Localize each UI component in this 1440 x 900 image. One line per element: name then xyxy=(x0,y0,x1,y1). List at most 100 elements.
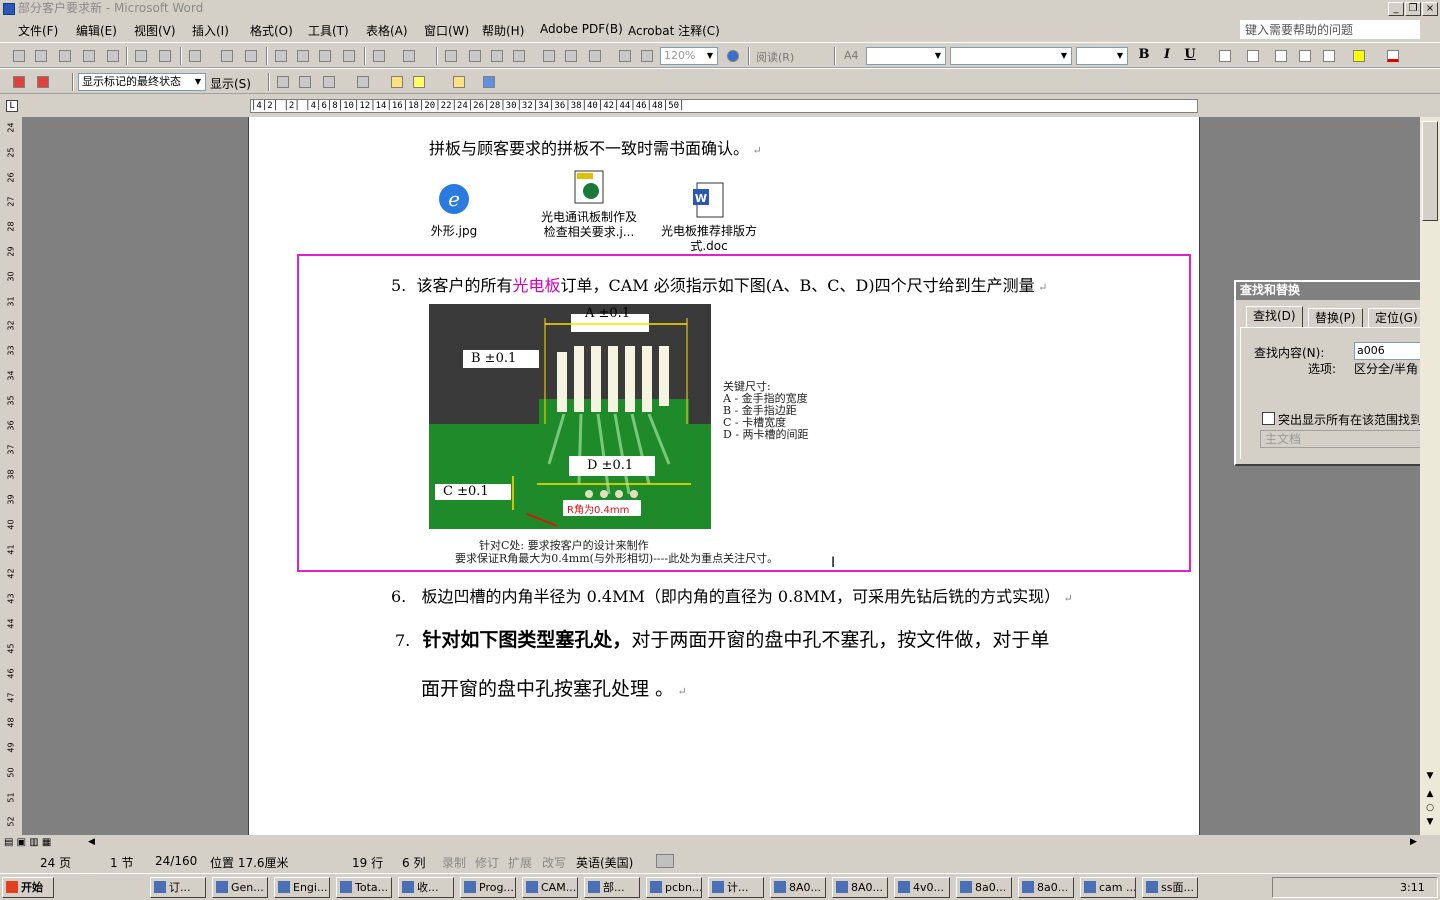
accept-change-icon[interactable] xyxy=(320,73,338,91)
task-button[interactable]: Gen... xyxy=(212,877,268,898)
style-select[interactable]: ▼ xyxy=(866,47,946,65)
font-select[interactable]: ▼ xyxy=(950,47,1072,65)
email-icon[interactable] xyxy=(104,47,122,65)
align-center-icon[interactable] xyxy=(1244,47,1262,65)
task-button[interactable]: 8a0... xyxy=(1018,877,1074,898)
cut-icon[interactable] xyxy=(242,47,260,65)
spelling-status-icon[interactable] xyxy=(656,854,674,868)
task-button[interactable]: Tota... xyxy=(336,877,392,898)
menu-edit[interactable]: 编辑(E) xyxy=(76,22,117,39)
new-icon[interactable] xyxy=(10,47,28,65)
window-icon[interactable] xyxy=(480,73,498,91)
minimize-button[interactable]: _ xyxy=(1388,2,1404,16)
tables-borders-icon[interactable] xyxy=(466,47,484,65)
highlight-icon[interactable] xyxy=(1350,47,1368,65)
show-markup-button[interactable]: 显示(S) xyxy=(210,75,251,92)
task-button[interactable]: 4v0... xyxy=(894,877,950,898)
tab-find[interactable]: 查找(D) xyxy=(1246,306,1303,328)
paste-icon[interactable] xyxy=(316,47,334,65)
task-button[interactable]: pcbn... xyxy=(646,877,702,898)
menu-table[interactable]: 表格(A) xyxy=(366,22,408,39)
undo-icon[interactable] xyxy=(370,47,388,65)
styles-icon[interactable]: A4 xyxy=(844,49,859,62)
italic-button[interactable]: I xyxy=(1158,47,1176,62)
menu-view[interactable]: 视图(V) xyxy=(134,22,176,39)
scroll-thumb[interactable] xyxy=(1422,121,1438,221)
ruler-scale[interactable]: │4│2│ │2│ │4│6│8│10│12│14│16│18│20│22│24… xyxy=(250,99,1198,113)
attachment-layout-doc[interactable]: W 光电板推荐排版方 式.doc xyxy=(649,181,769,254)
attachment-outline-jpg[interactable]: e 外形.jpg xyxy=(419,179,489,239)
scope-select[interactable]: 主文档 xyxy=(1260,430,1440,448)
pdf-email-icon[interactable] xyxy=(34,73,52,91)
char-border-icon[interactable] xyxy=(1216,47,1234,65)
show-hide-icon[interactable] xyxy=(616,47,634,65)
task-button[interactable]: Engi... xyxy=(274,877,330,898)
next-page-icon[interactable]: ▼ xyxy=(1422,817,1438,831)
document-map-icon[interactable] xyxy=(586,47,604,65)
new-comment-icon[interactable] xyxy=(388,73,406,91)
tab-goto[interactable]: 定位(G) xyxy=(1368,308,1425,328)
start-button[interactable]: 开始 xyxy=(2,877,54,898)
scroll-down-icon[interactable]: ▼ xyxy=(1422,771,1438,785)
menu-tools[interactable]: 工具(T) xyxy=(308,22,349,39)
next-change-icon[interactable] xyxy=(296,73,314,91)
menu-file[interactable]: 文件(F) xyxy=(18,22,58,39)
restore-button[interactable]: ❐ xyxy=(1405,2,1421,16)
underline-button[interactable]: U xyxy=(1181,47,1199,62)
scroll-right-icon[interactable]: ▶ xyxy=(1410,837,1417,847)
attachment-requirements-jpg[interactable]: 光电通讯板制作及 检查相关要求.j... xyxy=(529,167,649,240)
vertical-scrollbar[interactable]: ▼ ▲ ○ ▼ xyxy=(1420,117,1440,835)
scroll-left-icon[interactable]: ◀ xyxy=(88,837,95,847)
font-color-icon[interactable] xyxy=(1384,47,1402,65)
highlight-all-checkbox[interactable] xyxy=(1262,412,1275,425)
document-page[interactable]: 拼板与顾客要求的拼板不一致时需书面确认。 ↵ e 外形.jpg 光电通讯板制作及… xyxy=(248,117,1200,835)
task-button[interactable]: cam ... xyxy=(1080,877,1136,898)
open-icon[interactable] xyxy=(32,47,50,65)
indent-icon[interactable] xyxy=(1320,47,1338,65)
view-buttons[interactable]: ▤ ▣ ▥ ▦ xyxy=(4,837,84,849)
pdf-icon[interactable] xyxy=(10,73,28,91)
status-track-changes[interactable]: 修订 xyxy=(475,854,499,871)
menu-acrobat-comments[interactable]: Acrobat 注释(C) xyxy=(628,22,720,39)
task-button[interactable]: 8A0... xyxy=(770,877,826,898)
menu-help[interactable]: 帮助(H) xyxy=(482,22,524,39)
pilcrow-icon[interactable] xyxy=(638,47,656,65)
print-icon[interactable] xyxy=(132,47,150,65)
tab-replace[interactable]: 替换(P) xyxy=(1308,308,1363,328)
format-painter-icon[interactable] xyxy=(340,47,358,65)
reviewing-pane-icon[interactable] xyxy=(450,73,468,91)
cut-icon[interactable] xyxy=(272,47,290,65)
status-overtype[interactable]: 改写 xyxy=(542,854,566,871)
task-button[interactable]: 部... xyxy=(584,877,640,898)
hyperlink-icon[interactable] xyxy=(442,47,460,65)
save-icon[interactable] xyxy=(56,47,74,65)
task-button[interactable]: Prog... xyxy=(460,877,516,898)
prev-page-icon[interactable]: ▲ xyxy=(1422,789,1438,803)
help-icon[interactable] xyxy=(724,47,742,65)
read-mode-button[interactable]: 阅读(R) xyxy=(756,49,794,65)
columns-icon[interactable] xyxy=(540,47,558,65)
research-icon[interactable] xyxy=(218,47,236,65)
drawing-icon[interactable] xyxy=(562,47,580,65)
zoom-select[interactable]: 120% ▼ xyxy=(660,47,718,65)
track-changes-icon[interactable] xyxy=(410,73,428,91)
task-button[interactable]: 8a0... xyxy=(956,877,1012,898)
bold-button[interactable]: B xyxy=(1135,47,1153,62)
markup-state-select[interactable]: 显示标记的最终状态 ▼ xyxy=(78,73,206,91)
tab-selector[interactable]: L xyxy=(6,100,18,112)
dialog-title[interactable]: 查找和替换 xyxy=(1236,282,1440,300)
bullets-icon[interactable] xyxy=(1296,47,1314,65)
menu-insert[interactable]: 插入(I) xyxy=(192,22,229,39)
insert-excel-icon[interactable] xyxy=(510,47,528,65)
task-button[interactable]: 订... xyxy=(150,877,206,898)
task-button[interactable]: 8A0... xyxy=(832,877,888,898)
task-button[interactable]: CAM... xyxy=(522,877,578,898)
status-record[interactable]: 录制 xyxy=(442,854,466,871)
task-button[interactable]: 收... xyxy=(398,877,454,898)
insert-table-icon[interactable] xyxy=(488,47,506,65)
help-search-input[interactable]: 键入需要帮助的问题 xyxy=(1240,20,1420,39)
reject-change-icon[interactable] xyxy=(354,73,372,91)
spelling-icon[interactable] xyxy=(186,47,204,65)
menu-window[interactable]: 窗口(W) xyxy=(424,22,469,39)
task-button[interactable]: ss面... xyxy=(1142,877,1198,898)
